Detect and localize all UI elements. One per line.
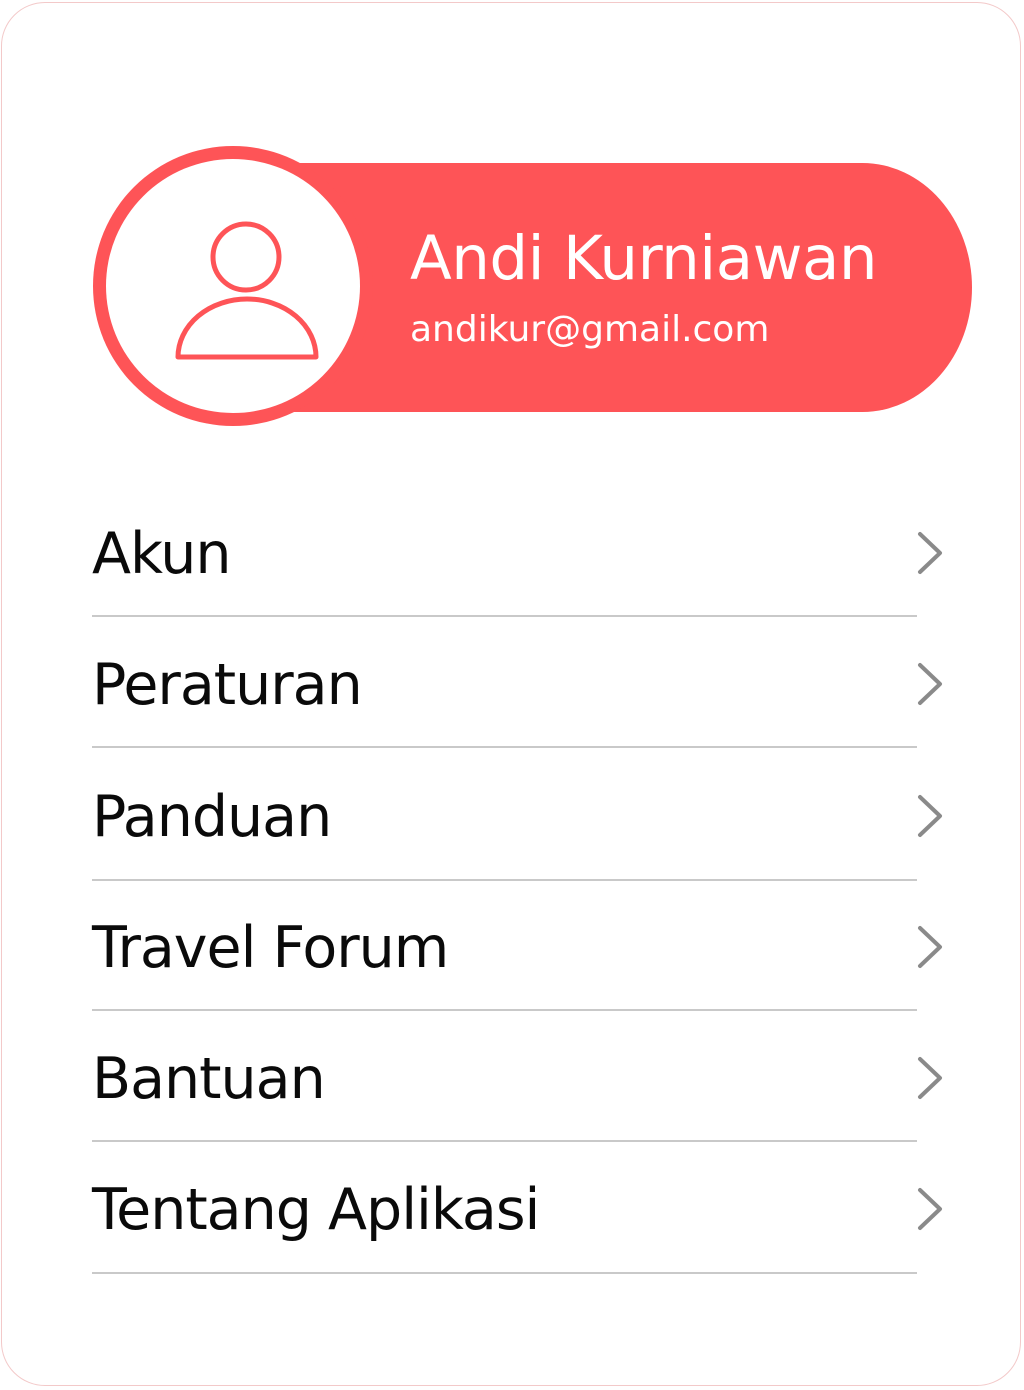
menu-item-label: Bantuan <box>92 1046 326 1112</box>
menu-item[interactable]: Panduan <box>92 757 952 887</box>
chevron-right-icon <box>918 795 942 837</box>
chevron-right-icon <box>918 663 942 705</box>
menu-divider <box>92 1140 917 1142</box>
avatar[interactable] <box>93 146 373 426</box>
menu-item-label: Panduan <box>92 784 332 850</box>
menu-divider <box>92 615 917 617</box>
menu-item[interactable]: Travel Forum <box>92 888 952 1018</box>
menu-item[interactable]: Peraturan <box>92 625 952 755</box>
avatar-frame <box>106 159 360 413</box>
menu-divider <box>92 1272 917 1274</box>
profile-email: andikur@gmail.com <box>410 309 770 350</box>
chevron-right-icon <box>918 926 942 968</box>
menu-item-label: Peraturan <box>92 652 363 718</box>
menu-item-label: Tentang Aplikasi <box>92 1177 540 1243</box>
menu-divider <box>92 1009 917 1011</box>
menu-item-label: Travel Forum <box>92 915 449 981</box>
menu-item[interactable]: Tentang Aplikasi <box>92 1150 952 1280</box>
menu-item[interactable]: Akun <box>92 494 952 624</box>
menu-divider <box>92 746 917 748</box>
menu-item-label: Akun <box>92 521 231 587</box>
chevron-right-icon <box>918 1188 942 1230</box>
menu-divider <box>92 879 917 881</box>
user-icon <box>175 221 319 360</box>
chevron-right-icon <box>918 532 942 574</box>
menu-item[interactable]: Bantuan <box>92 1019 952 1149</box>
profile-name: Andi Kurniawan <box>410 223 878 294</box>
chevron-right-icon <box>918 1057 942 1099</box>
